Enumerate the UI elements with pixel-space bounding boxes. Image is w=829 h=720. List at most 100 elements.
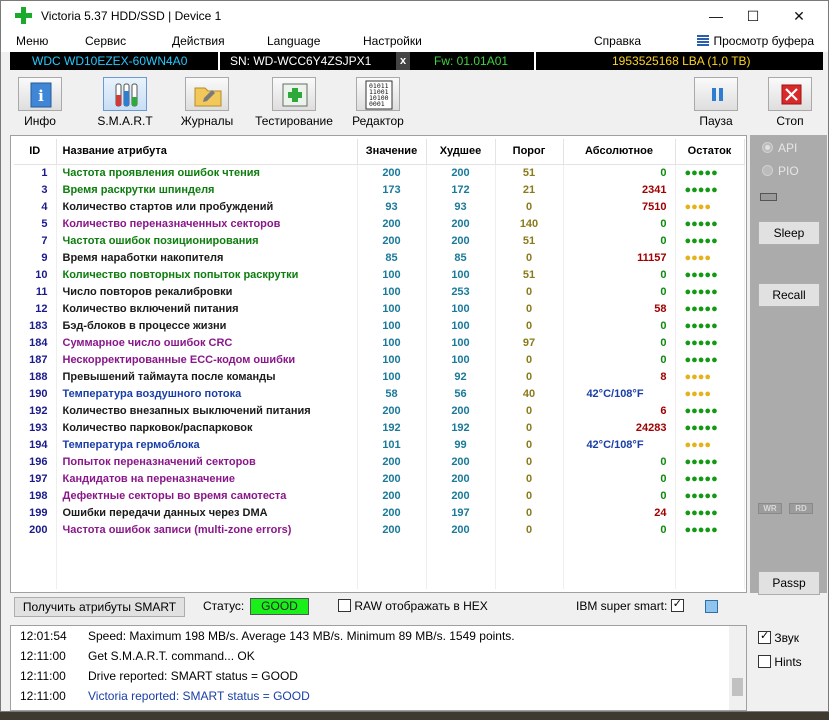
table-row[interactable]: 184 Суммарное число ошибок CRC 100 100 97 0 ●●…	[14, 334, 745, 351]
get-smart-button[interactable]: Получить атрибуты SMART	[14, 597, 185, 617]
cell-raw: 11157	[563, 249, 676, 266]
column-header-id[interactable]: ID	[14, 139, 57, 165]
empty-cell	[426, 555, 496, 572]
table-row[interactable]: 1 Частота проявления ошибок чтения 200 200 5…	[14, 164, 745, 181]
table-row[interactable]: 199 Ошибки передачи данных через DMA 200 19…	[14, 504, 745, 521]
empty-cell	[56, 555, 358, 572]
raw-hex-checkbox[interactable]: RAW отображать в HEX	[338, 599, 488, 613]
menu-item-menu[interactable]: Меню	[16, 34, 48, 48]
cell-worst: 100	[426, 351, 496, 368]
cell-threshold: 0	[495, 198, 564, 215]
device-bar[interactable]: WDC WD10EZEX-60WN4A0 SN: WD-WCC6Y4ZSJPX1…	[10, 52, 823, 70]
table-row[interactable]: 192 Количество внезапных выключений питан…	[14, 402, 745, 419]
radio-indicator	[762, 165, 773, 176]
cell-value: 200	[357, 402, 427, 419]
cell-raw: 8	[563, 368, 676, 385]
maximize-button[interactable]: ☐	[730, 1, 776, 32]
cell-raw: 2341	[563, 181, 676, 198]
table-row[interactable]: 190 Температура воздушного потока 58 56 40 42…	[14, 385, 745, 402]
table-row[interactable]: 12 Количество включений питания 100 100 0 58 ●…	[14, 300, 745, 317]
cell-id: 197	[14, 470, 57, 487]
column-header-worst[interactable]: Худшее	[426, 139, 496, 165]
smart-button[interactable]: S.M.A.R.T	[95, 77, 155, 128]
table-row[interactable]: 7 Частота ошибок позиционирования 200 200 51…	[14, 232, 745, 249]
cell-value: 100	[357, 300, 427, 317]
table-row[interactable]: 197 Кандидатов на переназначение 200 200 0 0 ●…	[14, 470, 745, 487]
logs-button[interactable]: Журналы	[177, 77, 237, 128]
table-row[interactable]: 4 Количество стартов или пробуждений 93 93 0…	[14, 198, 745, 215]
pause-button[interactable]: Пауза	[693, 77, 739, 128]
table-row[interactable]: 5 Количество переназначенных секторов 200 2…	[14, 215, 745, 232]
cell-worst: 197	[426, 504, 496, 521]
sound-checkbox[interactable]: Звук	[758, 629, 799, 645]
menu-item-settings[interactable]: Настройки	[363, 34, 422, 48]
scrollbar-thumb[interactable]	[732, 678, 743, 696]
column-header-name[interactable]: Название атрибута	[56, 139, 358, 165]
table-row[interactable]: 200 Частота ошибок записи (multi-zone err…	[14, 521, 745, 538]
hints-checkbox[interactable]: Hints	[758, 655, 802, 669]
cell-threshold: 0	[495, 351, 564, 368]
recall-button[interactable]: Recall	[758, 283, 820, 307]
table-row[interactable]: 188 Превышений таймаута после команды 100 9…	[14, 368, 745, 385]
column-header-raw[interactable]: Абсолютное	[563, 139, 676, 165]
cell-worst: 92	[426, 368, 496, 385]
pio-radio[interactable]: PIO	[762, 164, 799, 178]
cell-value: 200	[357, 521, 427, 538]
table-row[interactable]: 10 Количество повторных попыток раскрутки…	[14, 266, 745, 283]
table-header-row: ID Название атрибута Значение Худшее Пор…	[14, 139, 745, 165]
sleep-button[interactable]: Sleep	[758, 221, 820, 245]
info-button[interactable]: i Инфо	[15, 77, 65, 128]
menu-item-language[interactable]: Language	[267, 34, 320, 48]
add-test-icon	[272, 77, 316, 111]
table-row[interactable]: 187 Нескорректированные ECC-кодом ошибки 1…	[14, 351, 745, 368]
info-icon: i	[18, 77, 62, 111]
log-message: Get S.M.A.R.T. command... OK	[88, 649, 255, 663]
cell-name: Частота ошибок позиционирования	[56, 232, 358, 249]
empty-row	[14, 572, 745, 589]
close-button[interactable]: ✕	[776, 1, 822, 32]
column-header-health[interactable]: Остаток	[675, 139, 745, 165]
cell-raw: 0	[563, 351, 676, 368]
editor-button[interactable]: 01011 11001 10100 0001 Редактор	[349, 77, 407, 128]
log-message: Victoria reported: SMART status = GOOD	[88, 689, 310, 703]
cell-worst: 100	[426, 266, 496, 283]
column-header-value[interactable]: Значение	[357, 139, 427, 165]
cell-value: 200	[357, 232, 427, 249]
table-row[interactable]: 198 Дефектные секторы во время самотеста 2…	[14, 487, 745, 504]
cell-value: 100	[357, 334, 427, 351]
cell-health: ●●●●	[675, 198, 745, 215]
table-row[interactable]: 9 Время наработки накопителя 85 85 0 11157 ●●●…	[14, 249, 745, 266]
menu-item-help[interactable]: Справка	[594, 34, 641, 48]
cell-raw: 0	[563, 487, 676, 504]
table-row[interactable]: 3 Время раскрутки шпинделя 173 172 21 2341 ●●●…	[14, 181, 745, 198]
victoria-cross-icon	[15, 7, 32, 24]
cell-id: 200	[14, 521, 57, 538]
cell-raw: 24	[563, 504, 676, 521]
log-scrollbar[interactable]	[729, 626, 746, 710]
table-row[interactable]: 11 Число повторов рекалибровки 100 253 0 0 ●●●…	[14, 283, 745, 300]
passp-button[interactable]: Passp	[758, 571, 820, 595]
test-button-label: Тестирование	[255, 114, 333, 128]
cell-name: Количество парковок/распарковок	[56, 419, 358, 436]
table-row[interactable]: 183 Бэд-блоков в процессе жизни 100 100 0 0 ●●…	[14, 317, 745, 334]
cell-raw: 0	[563, 317, 676, 334]
menu-item-service[interactable]: Сервис	[85, 34, 126, 48]
log-panel[interactable]: 12:01:54 Speed: Maximum 198 MB/s. Average…	[10, 625, 747, 711]
test-button[interactable]: Тестирование	[251, 77, 337, 128]
buffer-view-link[interactable]: Просмотр буфера	[697, 34, 814, 48]
cell-health: ●●●●●	[675, 232, 745, 249]
cell-health: ●●●●●	[675, 283, 745, 300]
smart-attributes-table[interactable]: ID Название атрибута Значение Худшее Пор…	[10, 135, 747, 593]
cell-raw: 6	[563, 402, 676, 419]
device-close-button[interactable]: x	[396, 52, 410, 70]
table-row[interactable]: 194 Температура гермоблока 101 99 0 42°C/108°…	[14, 436, 745, 453]
table-row[interactable]: 193 Количество парковок/распарковок 192 192…	[14, 419, 745, 436]
menu-item-actions[interactable]: Действия	[172, 34, 225, 48]
api-radio[interactable]: API	[762, 141, 797, 155]
stop-button-label: Стоп	[776, 114, 804, 128]
column-header-threshold[interactable]: Порог	[495, 139, 564, 165]
ibm-super-smart-checkbox[interactable]: IBM super smart:	[576, 597, 684, 613]
stop-button[interactable]: Стоп	[767, 77, 813, 128]
table-row[interactable]: 196 Попыток переназначений секторов 200 200…	[14, 453, 745, 470]
cell-threshold: 0	[495, 453, 564, 470]
